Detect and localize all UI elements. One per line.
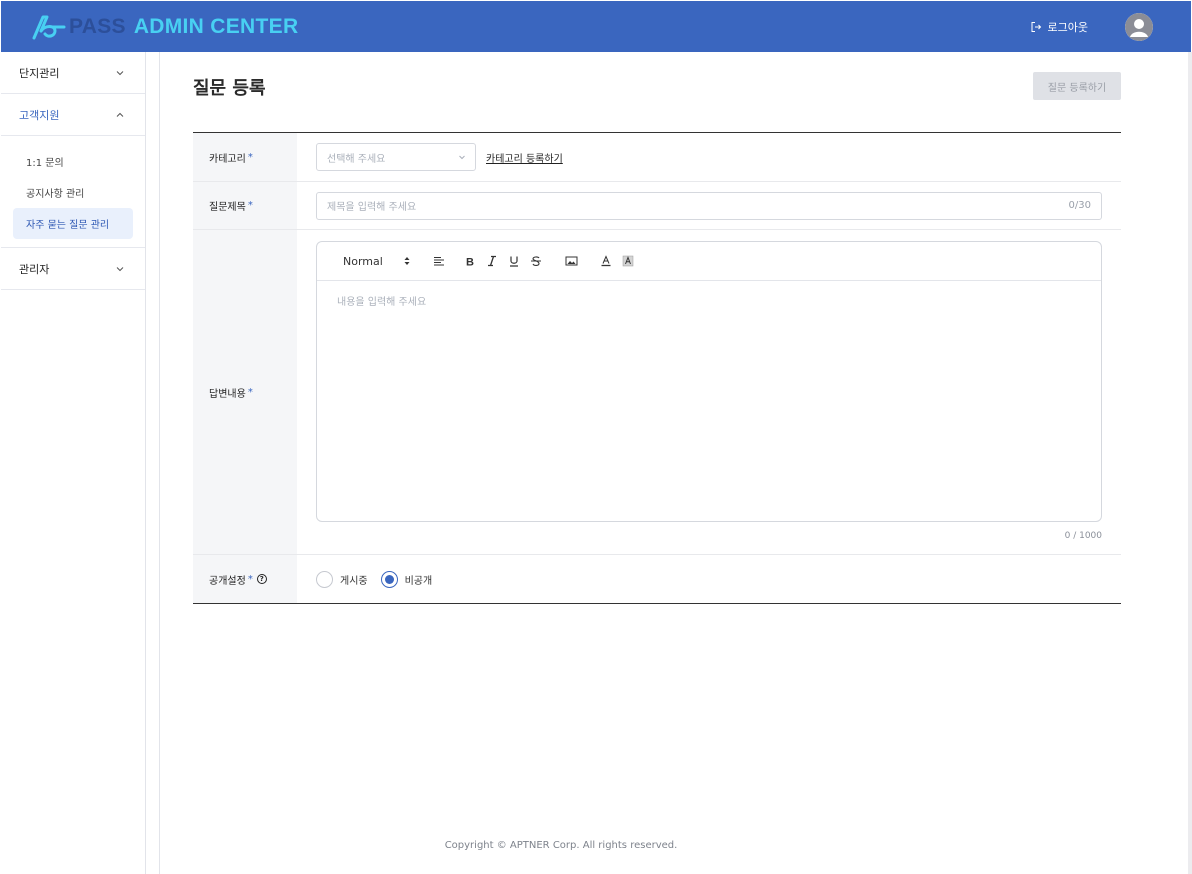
subject-cell: 제목을 입력해 주세요 0/30 [297,182,1121,229]
subject-counter: 0/30 [1068,200,1091,211]
sidebar-item-faq[interactable]: 자주 묻는 질문 관리 [13,208,133,239]
radio-label: 게시중 [340,575,368,587]
visibility-label-text: 공개설정 [209,575,246,587]
logout-button[interactable]: 로그아웃 [1030,19,1088,35]
strike-button[interactable] [529,254,543,268]
footer-copyright: Copyright © APTNER Corp. All rights rese… [444,840,678,851]
category-cell: 선택해 주세요 카테고리 등록하기 [297,133,1121,181]
logout-label: 로그아웃 [1047,20,1088,34]
radio-published[interactable]: 게시중 [316,570,368,588]
text-color-icon [601,255,611,267]
chevron-up-icon [116,112,124,117]
question-form: 카테고리 * 선택해 주세요 카테고리 등록하기 질문제목 * 제목을 입력해 … [193,132,1121,604]
underline-icon [510,256,518,267]
visibility-label: 공개설정 * ? [193,555,297,603]
submit-question-button[interactable]: 질문 등록하기 [1033,72,1121,100]
category-placeholder: 선택해 주세요 [327,153,386,165]
answer-cell: Normal B 내용을 입력해 주세요 0 / 1000 [297,230,1121,554]
sidebar-group-support[interactable]: 고객지원 [1,94,145,136]
required-mark: * [247,200,253,211]
format-select[interactable]: Normal [343,255,411,268]
format-select-label: Normal [343,254,383,268]
visibility-row: 공개설정 * ? 게시중 비공개 [193,555,1121,603]
category-label: 카테고리 * [193,133,297,181]
chevron-down-icon [116,266,124,271]
rich-text-editor: Normal B 내용을 입력해 주세요 [316,241,1102,522]
sidebar-submenu: 1:1 문의 공지사항 관리 자주 묻는 질문 관리 [1,136,145,248]
align-button[interactable] [432,254,446,268]
editor-body[interactable]: 내용을 입력해 주세요 [317,281,1101,320]
image-icon [565,256,577,266]
required-mark: * [247,386,253,398]
subject-placeholder: 제목을 입력해 주세요 [327,202,417,213]
radio-label: 비공개 [404,575,433,587]
background-color-icon [622,255,634,267]
image-button[interactable] [564,254,578,268]
editor-toolbar: Normal B [317,242,1101,281]
sidebar-group-complex[interactable]: 단지관리 [1,52,145,94]
svg-text:B: B [466,257,474,268]
radio-unchecked-icon [316,570,333,588]
sidebar-group-label: 단지관리 [19,66,60,80]
logo-admin-text: ADMIN CENTER [133,14,299,38]
radio-checked-icon [380,570,398,588]
sidebar-item-inquiry[interactable]: 1:1 문의 [13,146,133,177]
logo-pass-text: PASS [69,14,126,38]
text-color-button[interactable] [599,254,613,268]
category-row: 카테고리 * 선택해 주세요 카테고리 등록하기 [193,133,1121,182]
header-actions: 로그아웃 [1030,1,1153,52]
sidebar-gutter [146,52,160,874]
answer-label: 답변내용 * [193,230,297,554]
strikethrough-icon [531,256,541,266]
answer-label-text: 답변내용 [209,388,246,400]
editor-placeholder: 내용을 입력해 주세요 [337,297,427,308]
italic-button[interactable] [485,254,499,268]
answer-row: 답변내용 * Normal B 내용을 입력해 주세요 0 / 1000 [193,230,1121,555]
avatar[interactable] [1125,12,1153,41]
user-icon [1125,12,1153,41]
subject-label-text: 질문제목 [209,202,246,213]
register-category-link[interactable]: 카테고리 등록하기 [486,150,563,165]
help-icon[interactable]: ? [256,574,267,584]
align-left-icon [434,257,444,266]
logout-icon [1031,21,1041,32]
category-label-text: 카테고리 [209,153,246,165]
chevron-down-icon [116,70,124,75]
bold-icon: B [466,257,474,268]
visibility-cell: 게시중 비공개 [297,555,1121,603]
subject-label: 질문제목 * [193,182,297,229]
top-header: PASS ADMIN CENTER 로그아웃 [1,1,1191,52]
bold-button[interactable]: B [463,254,477,268]
sidebar-group-label: 관리자 [19,262,50,276]
page-title: 질문 등록 [193,78,266,99]
logo[interactable]: PASS ADMIN CENTER [31,13,298,41]
category-select[interactable]: 선택해 주세요 [316,143,476,171]
sort-arrows-icon [404,257,410,265]
subject-row: 질문제목 * 제목을 입력해 주세요 0/30 [193,182,1121,230]
chevron-down-icon [459,155,465,160]
sidebar-group-admin[interactable]: 관리자 [1,248,145,290]
required-mark: * [247,573,253,585]
italic-icon [488,255,496,267]
radio-private[interactable]: 비공개 [380,570,433,588]
sidebar-item-notices[interactable]: 공지사항 관리 [13,177,133,208]
required-mark: * [247,151,253,163]
underline-button[interactable] [507,254,521,268]
scrollbar-track[interactable] [1188,52,1192,874]
main-content: 질문 등록 질문 등록하기 카테고리 * 선택해 주세요 카테고리 등록하기 질… [161,52,1188,874]
logo-mark-icon [32,15,66,39]
sidebar: 단지관리 고객지원 1:1 문의 공지사항 관리 자주 묻는 질문 관리 관리자 [1,52,146,874]
background-color-button[interactable] [621,254,635,268]
sidebar-group-label: 고객지원 [19,108,60,122]
subject-input[interactable]: 제목을 입력해 주세요 0/30 [316,191,1102,220]
answer-counter: 0 / 1000 [1064,531,1102,541]
